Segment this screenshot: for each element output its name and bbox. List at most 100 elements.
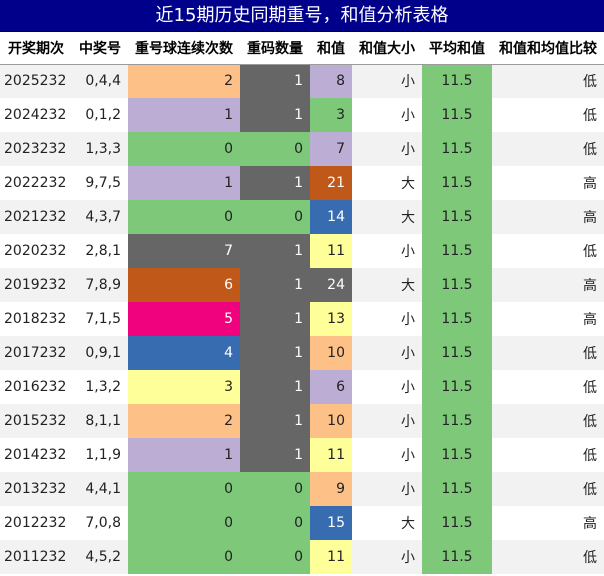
table-row: 2014232 1,1,9 1 1 11 小 11.5 低: [0, 438, 604, 472]
table-row: 2015232 8,1,1 2 1 10 小 11.5 低: [0, 404, 604, 438]
cell-avg: 11.5: [422, 268, 492, 302]
cell-size: 小: [352, 132, 422, 166]
table-row: 2011232 4,5,2 0 0 11 小 11.5 低: [0, 540, 604, 574]
cell-sum: 7: [310, 132, 352, 166]
cell-numbers: 4,5,2: [72, 540, 128, 574]
cell-streak: 0: [128, 132, 240, 166]
cell-issue: 2022232: [0, 166, 72, 200]
cell-numbers: 2,8,1: [72, 234, 128, 268]
cell-repeat: 1: [240, 438, 310, 472]
cell-streak: 6: [128, 268, 240, 302]
cell-sum: 11: [310, 540, 352, 574]
cell-compare: 高: [492, 268, 604, 302]
cell-avg: 11.5: [422, 200, 492, 234]
header-repeat: 重码数量: [240, 32, 310, 65]
table-row: 2012232 7,0,8 0 0 15 大 11.5 高: [0, 506, 604, 540]
cell-sum: 8: [310, 64, 352, 98]
cell-issue: 2019232: [0, 268, 72, 302]
cell-avg: 11.5: [422, 166, 492, 200]
table-row: 2019232 7,8,9 6 1 24 大 11.5 高: [0, 268, 604, 302]
cell-sum: 10: [310, 404, 352, 438]
cell-sum: 13: [310, 302, 352, 336]
cell-avg: 11.5: [422, 98, 492, 132]
cell-streak: 0: [128, 472, 240, 506]
cell-avg: 11.5: [422, 540, 492, 574]
table-row: 2021232 4,3,7 0 0 14 大 11.5 高: [0, 200, 604, 234]
cell-streak: 1: [128, 98, 240, 132]
cell-repeat: 0: [240, 472, 310, 506]
cell-compare: 高: [492, 506, 604, 540]
cell-avg: 11.5: [422, 506, 492, 540]
cell-repeat: 1: [240, 336, 310, 370]
cell-streak: 3: [128, 370, 240, 404]
cell-repeat: 0: [240, 506, 310, 540]
cell-sum: 24: [310, 268, 352, 302]
cell-repeat: 1: [240, 302, 310, 336]
table-row: 2013232 4,4,1 0 0 9 小 11.5 低: [0, 472, 604, 506]
cell-issue: 2014232: [0, 438, 72, 472]
cell-compare: 低: [492, 336, 604, 370]
cell-size: 小: [352, 336, 422, 370]
table-title: 近15期历史同期重号，和值分析表格: [0, 0, 604, 32]
cell-avg: 11.5: [422, 302, 492, 336]
cell-size: 小: [352, 540, 422, 574]
cell-repeat: 0: [240, 540, 310, 574]
cell-issue: 2020232: [0, 234, 72, 268]
cell-size: 大: [352, 166, 422, 200]
header-streak: 重号球连续次数: [128, 32, 240, 65]
cell-numbers: 0,1,2: [72, 98, 128, 132]
cell-sum: 14: [310, 200, 352, 234]
cell-numbers: 4,3,7: [72, 200, 128, 234]
cell-avg: 11.5: [422, 64, 492, 98]
cell-numbers: 1,3,3: [72, 132, 128, 166]
cell-compare: 高: [492, 200, 604, 234]
cell-compare: 低: [492, 98, 604, 132]
header-compare: 和值和均值比较: [492, 32, 604, 65]
cell-repeat: 1: [240, 234, 310, 268]
cell-streak: 2: [128, 404, 240, 438]
cell-issue: 2013232: [0, 472, 72, 506]
cell-size: 小: [352, 472, 422, 506]
header-sum: 和值: [310, 32, 352, 65]
cell-numbers: 4,4,1: [72, 472, 128, 506]
cell-size: 小: [352, 438, 422, 472]
cell-sum: 21: [310, 166, 352, 200]
cell-numbers: 7,0,8: [72, 506, 128, 540]
cell-size: 小: [352, 404, 422, 438]
cell-repeat: 1: [240, 166, 310, 200]
table-row: 2023232 1,3,3 0 0 7 小 11.5 低: [0, 132, 604, 166]
cell-compare: 低: [492, 370, 604, 404]
cell-issue: 2012232: [0, 506, 72, 540]
cell-repeat: 0: [240, 132, 310, 166]
cell-compare: 低: [492, 234, 604, 268]
cell-compare: 低: [492, 540, 604, 574]
table-row: 2020232 2,8,1 7 1 11 小 11.5 低: [0, 234, 604, 268]
cell-compare: 低: [492, 64, 604, 98]
cell-repeat: 1: [240, 370, 310, 404]
table-row: 2018232 7,1,5 5 1 13 小 11.5 高: [0, 302, 604, 336]
cell-size: 小: [352, 64, 422, 98]
cell-avg: 11.5: [422, 132, 492, 166]
cell-numbers: 1,3,2: [72, 370, 128, 404]
cell-numbers: 7,1,5: [72, 302, 128, 336]
cell-sum: 6: [310, 370, 352, 404]
cell-numbers: 8,1,1: [72, 404, 128, 438]
table-row: 2024232 0,1,2 1 1 3 小 11.5 低: [0, 98, 604, 132]
cell-size: 小: [352, 370, 422, 404]
cell-streak: 0: [128, 506, 240, 540]
cell-sum: 11: [310, 234, 352, 268]
cell-repeat: 0: [240, 200, 310, 234]
header-row: 开奖期次 中奖号 重号球连续次数 重码数量 和值 和值大小 平均和值 和值和均值…: [0, 32, 604, 65]
cell-issue: 2018232: [0, 302, 72, 336]
cell-size: 大: [352, 200, 422, 234]
table-header: 开奖期次 中奖号 重号球连续次数 重码数量 和值 和值大小 平均和值 和值和均值…: [0, 32, 604, 65]
header-avg: 平均和值: [422, 32, 492, 65]
cell-streak: 1: [128, 166, 240, 200]
cell-repeat: 1: [240, 404, 310, 438]
header-issue: 开奖期次: [0, 32, 72, 65]
table-row: 2022232 9,7,5 1 1 21 大 11.5 高: [0, 166, 604, 200]
cell-issue: 2025232: [0, 64, 72, 98]
cell-avg: 11.5: [422, 234, 492, 268]
cell-size: 大: [352, 268, 422, 302]
cell-streak: 4: [128, 336, 240, 370]
